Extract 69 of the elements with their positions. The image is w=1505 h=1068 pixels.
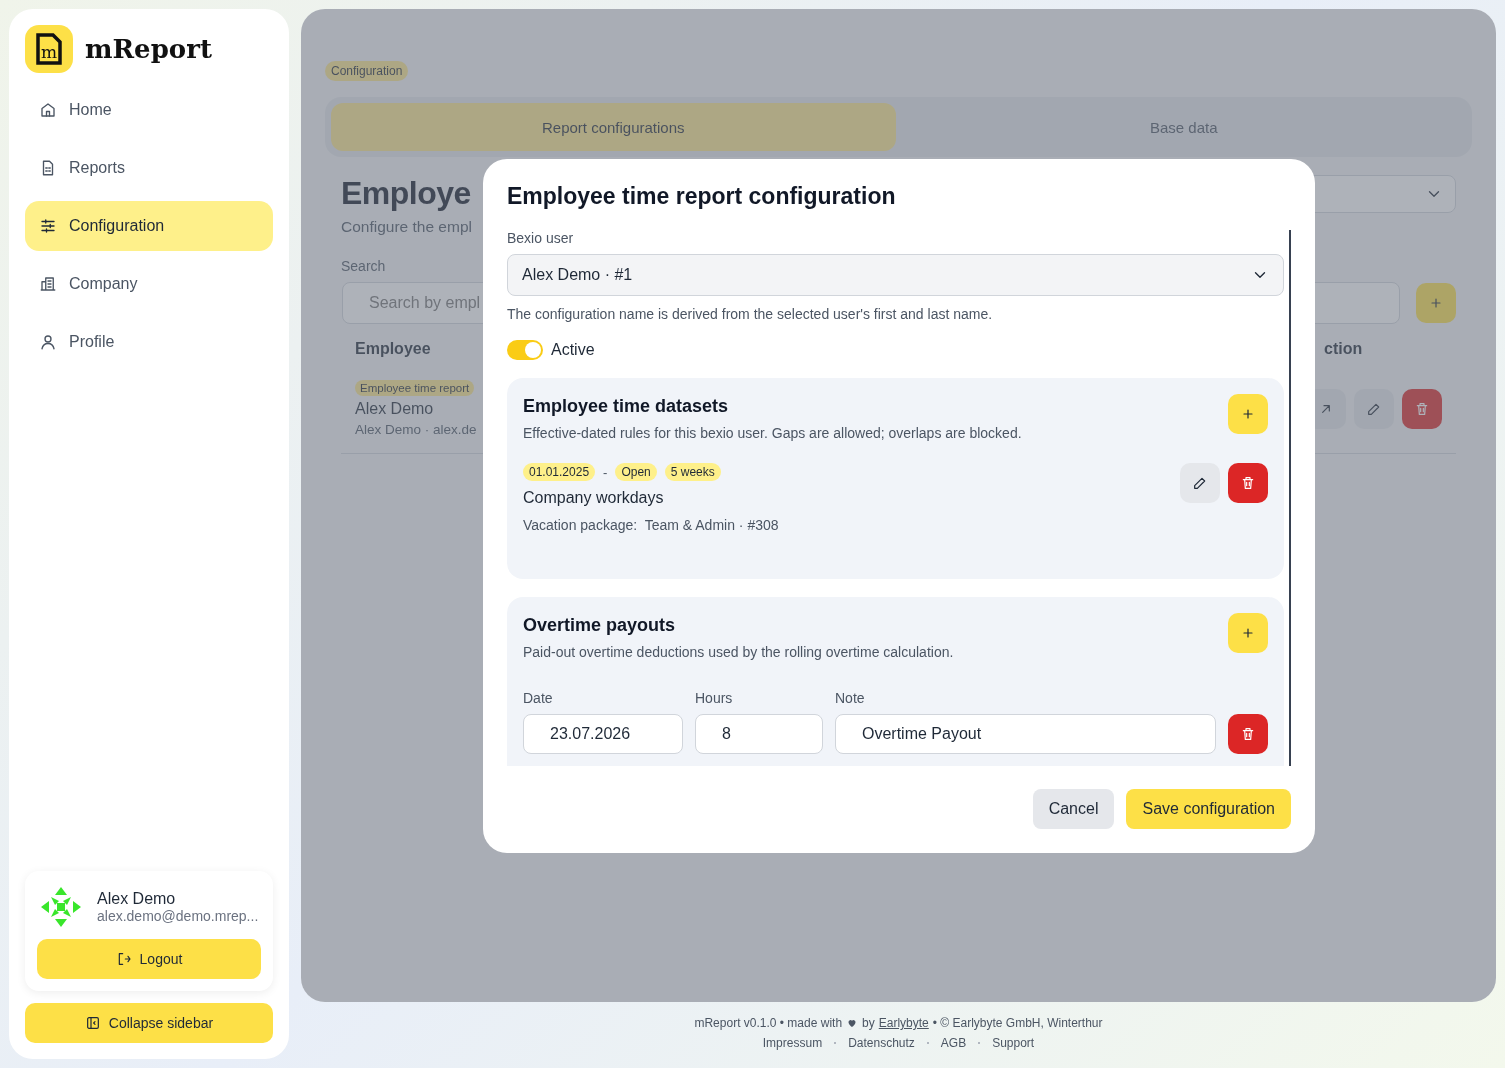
- footer-link[interactable]: Datenschutz: [848, 1036, 915, 1050]
- nav-item[interactable]: Company: [25, 259, 273, 309]
- footer-link[interactable]: AGB: [940, 1036, 967, 1050]
- column-header: ction: [1324, 340, 1364, 358]
- nav-item[interactable]: Configuration: [25, 201, 273, 251]
- edit-button[interactable]: [1180, 463, 1220, 503]
- type-badge: Employee time report: [355, 380, 475, 396]
- delete-button[interactable]: [1402, 388, 1442, 429]
- delete-button[interactable]: [1228, 463, 1268, 503]
- nav-item[interactable]: Home: [25, 85, 273, 135]
- trash-icon: [1240, 475, 1256, 491]
- building-icon: [39, 275, 57, 293]
- footer-credit: mReport v0.1.0 • made with: [694, 1016, 843, 1030]
- user-select[interactable]: Alex Demo · #1: [507, 254, 1284, 296]
- toggle-label: Active: [551, 341, 595, 359]
- add-button[interactable]: [1228, 394, 1268, 434]
- page-title: Employe: [341, 175, 472, 212]
- delete-button[interactable]: [1228, 714, 1268, 754]
- footer-by: by: [862, 1016, 875, 1030]
- user-name: Alex Demo: [97, 890, 177, 908]
- column-header: Employee: [355, 340, 431, 358]
- note-field[interactable]: Overtime Payout: [835, 714, 1216, 754]
- user-email: alex.demo@demo.mrep...: [97, 908, 259, 924]
- cancel-button[interactable]: Cancel: [1032, 789, 1115, 829]
- footer-link[interactable]: Impressum: [762, 1036, 823, 1050]
- section-title: Overtime payouts: [523, 615, 677, 636]
- pencil-icon: [1192, 475, 1208, 491]
- field-label: Hours: [695, 690, 734, 706]
- edit-button[interactable]: [1354, 388, 1394, 429]
- home-icon: [39, 101, 57, 119]
- save-button[interactable]: Save configuration: [1126, 789, 1291, 829]
- collapse-sidebar-button[interactable]: Collapse sidebar: [25, 1003, 273, 1043]
- app-name: mReport: [85, 34, 212, 64]
- hours-field[interactable]: 8: [695, 714, 823, 754]
- active-toggle[interactable]: [507, 340, 543, 360]
- trash-icon: [1414, 400, 1430, 417]
- nav-item[interactable]: Profile: [25, 317, 273, 367]
- field-hint: The configuration name is derived from the selected user's first and last name.: [507, 306, 994, 322]
- footer-copyright: • © Earlybyte GmbH, Winterthur: [932, 1016, 1103, 1030]
- footer-link[interactable]: Earlybyte: [878, 1016, 929, 1030]
- section-description: Paid-out overtime deductions used by the rolling overtime calculation.: [523, 644, 954, 660]
- add-button[interactable]: [1228, 613, 1268, 653]
- sliders-icon: [39, 217, 57, 235]
- vacation-badge: 5 weeks: [664, 463, 721, 481]
- scrollbar[interactable]: [1289, 230, 1291, 766]
- field-label: Note: [835, 690, 866, 706]
- dialog-title: Employee time report configuration: [507, 183, 897, 210]
- date-badge: 01.01.2025: [523, 463, 596, 481]
- nav-item[interactable]: Reports: [25, 143, 273, 193]
- range-separator: -: [603, 464, 608, 480]
- field-label: Bexio user: [507, 230, 575, 246]
- employee-name: Alex Demo: [355, 400, 434, 418]
- logo-icon: m: [25, 25, 73, 73]
- date-field[interactable]: 23.07.2026: [523, 714, 683, 754]
- search-label: Search: [341, 258, 386, 274]
- footer-link[interactable]: Support: [992, 1036, 1035, 1050]
- dataset-name: Company workdays: [523, 489, 665, 507]
- trash-icon: [1240, 726, 1256, 742]
- section-title: Employee time datasets: [523, 396, 730, 417]
- user-icon: [39, 333, 57, 351]
- section-description: Effective-dated rules for this bexio user. Gaps are allowed; overlaps are blocked.: [523, 425, 1022, 441]
- field-label: Date: [523, 690, 554, 706]
- sidebar-icon: [84, 1015, 101, 1031]
- date-badge: Open: [615, 463, 657, 481]
- add-button[interactable]: [1416, 283, 1456, 323]
- employee-detail: Alex Demo · alex.de: [355, 422, 477, 437]
- logout-button[interactable]: Logout: [37, 939, 261, 979]
- vacation-package: Vacation package: Team & Admin · #308: [523, 517, 779, 533]
- page-subtitle: Configure the empl: [341, 218, 472, 236]
